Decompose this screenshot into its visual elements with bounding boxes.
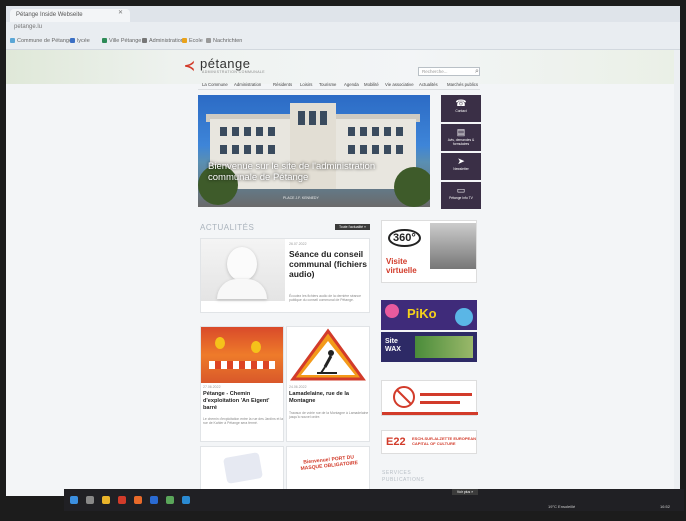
news-title: Séance du conseil communal (fichiers aud… xyxy=(289,249,367,279)
logo-subtitle: ADMINISTRATION COMMUNALE xyxy=(202,70,266,74)
tv-icon: ▭ xyxy=(456,185,466,195)
nav-item[interactable]: La Commune xyxy=(202,82,228,87)
clock[interactable]: 16:52 xyxy=(660,504,670,509)
news-desc: Travaux de voirie rue de la Montagne à L… xyxy=(289,411,369,420)
roadwork-sign-icon xyxy=(290,328,366,381)
news-title: Lamadelaine, rue de la Montagne xyxy=(289,391,350,404)
start-icon[interactable] xyxy=(70,496,78,504)
site-logo[interactable]: ≺ pétange ADMINISTRATION COMMUNALE xyxy=(184,56,274,78)
nav-item[interactable]: Administration xyxy=(234,82,261,87)
newsletter-button[interactable]: ➤ Newsletter xyxy=(441,153,481,180)
search-input[interactable]: Recherche... xyxy=(418,67,480,76)
contact-button[interactable]: ☎ Contact xyxy=(441,95,481,122)
hands-cards-image xyxy=(223,452,263,484)
search-icon[interactable]: ⌕ xyxy=(472,67,482,76)
browser-taskbar-icon[interactable] xyxy=(182,496,190,504)
scrollbar[interactable] xyxy=(674,50,680,496)
tab-title: Pétange Inside Webseite xyxy=(16,12,83,18)
mask-notice: Bienvenue! PORT DU MASQUE OBLIGATOIRE xyxy=(300,454,359,472)
nav-item[interactable]: Résidents xyxy=(273,82,292,87)
wax-photo xyxy=(415,336,473,358)
piko-logo: PiKo xyxy=(407,306,437,321)
hero-banner[interactable]: Bienvenue sur le site de l'administratio… xyxy=(198,95,430,207)
bookmark-item[interactable]: lycée xyxy=(70,38,90,44)
address-bar[interactable]: petange.lu xyxy=(6,23,680,35)
360-icon: 360° xyxy=(388,229,421,247)
news-date: 27.06.2022 xyxy=(203,385,221,389)
news-card-image xyxy=(287,327,369,383)
news-card[interactable]: 26.07.2022 Séance du conseil communal (f… xyxy=(200,238,370,313)
logo-text: pétange xyxy=(200,56,251,71)
main-navigation: La Commune Administration Résidents Lois… xyxy=(198,80,480,90)
windows-taskbar xyxy=(64,489,684,511)
esch2022-banner[interactable]: E22 ESCH-SUR-ALZETTE EUROPEAN CAPITAL OF… xyxy=(381,430,477,454)
news-date: 24.06.2022 xyxy=(289,385,307,389)
nav-item[interactable]: Agenda xyxy=(344,82,359,87)
search-taskbar-icon[interactable] xyxy=(86,496,94,504)
url-text: petange.lu xyxy=(14,24,43,30)
page-header-background xyxy=(6,50,680,84)
bookmark-item[interactable]: Administration xyxy=(142,38,184,44)
news-card[interactable]: 24.06.2022 Lamadelaine, rue de la Montag… xyxy=(286,326,370,442)
browser-chrome: Pétange Inside Webseite ✕ petange.lu Com… xyxy=(6,6,680,50)
virtual-tour-photo xyxy=(430,223,476,269)
news-card[interactable]: Bienvenue! PORT DU MASQUE OBLIGATOIRE xyxy=(286,446,370,490)
bookmark-item[interactable]: Nachrichten xyxy=(206,38,242,44)
wax-label: Site WAX xyxy=(385,338,401,353)
esch-text: ESCH-SUR-ALZETTE EUROPEAN CAPITAL OF CUL… xyxy=(412,436,477,446)
file-explorer-icon[interactable] xyxy=(102,496,110,504)
news-section-title: ACTUALITÉS xyxy=(200,223,255,232)
virtual-tour-label: Visite virtuelle xyxy=(386,257,417,275)
nav-item[interactable]: Tourisme xyxy=(319,82,336,87)
news-card-image xyxy=(201,327,283,383)
bookmark-item[interactable]: Commune de Pétange xyxy=(10,38,72,44)
news-desc: Écoutez les fichiers audio de la dernièr… xyxy=(289,294,361,303)
news-card-image xyxy=(201,239,285,301)
mask-banner[interactable] xyxy=(381,380,478,416)
wax-banner[interactable]: Site WAX xyxy=(381,332,477,362)
news-card[interactable]: 27.06.2022 Pétange - Chemin d'exploitati… xyxy=(200,326,284,442)
news-title: Pétange - Chemin d'exploitation 'An Eige… xyxy=(203,391,270,411)
browser-tab[interactable]: Pétange Inside Webseite xyxy=(10,9,130,22)
forms-button[interactable]: ▤ Avis, demandes & formulaires xyxy=(441,124,481,151)
nav-item[interactable]: Mobilité xyxy=(364,82,379,87)
news-card[interactable] xyxy=(200,446,284,490)
app-icon[interactable] xyxy=(118,496,126,504)
logo-mark-icon: ≺ xyxy=(184,58,195,73)
bookmark-item[interactable]: Ecole xyxy=(182,38,203,44)
hero-credit: PLACE J.F. KENNEDY xyxy=(283,196,319,200)
services-heading: SERVICES PUBLICATIONS xyxy=(382,470,425,483)
news-date: 26.07.2022 xyxy=(289,242,307,246)
no-entry-icon xyxy=(382,386,478,415)
piko-banner[interactable]: PiKo xyxy=(381,300,477,330)
all-news-button[interactable]: Toute l'actualité » xyxy=(335,224,370,230)
nav-item[interactable]: Marchés publics xyxy=(447,82,478,87)
app-icon[interactable] xyxy=(150,496,158,504)
app-icon[interactable] xyxy=(134,496,142,504)
nav-item[interactable]: Actualités xyxy=(419,82,438,87)
nav-item[interactable]: Vie associative xyxy=(385,82,414,87)
nav-item[interactable]: Loisirs xyxy=(300,82,312,87)
tab-strip: Pétange Inside Webseite ✕ xyxy=(6,6,680,22)
document-icon: ▤ xyxy=(456,127,466,137)
more-button[interactable]: Voir plus » xyxy=(452,489,478,495)
news-desc: Le chemin d'exploitation entre la rue de… xyxy=(203,417,283,426)
close-tab-icon[interactable]: ✕ xyxy=(118,9,123,16)
bookmark-item[interactable]: Ville Pétange xyxy=(102,38,141,44)
esch-logo: E22 xyxy=(386,436,406,448)
bookmarks-bar: Commune de Pétange lycée Ville Pétange A… xyxy=(6,36,680,48)
app-icon[interactable] xyxy=(166,496,174,504)
weather-status[interactable]: 19°C Ensoleillé xyxy=(548,504,575,509)
hero-caption: Bienvenue sur le site de l'administratio… xyxy=(208,161,376,183)
virtual-tour-banner[interactable]: 360° Visite virtuelle xyxy=(381,220,477,283)
paper-plane-icon: ➤ xyxy=(457,156,465,166)
tv-button[interactable]: ▭ Pétange Info TV xyxy=(441,182,481,209)
phone-book-icon: ☎ xyxy=(455,98,467,108)
